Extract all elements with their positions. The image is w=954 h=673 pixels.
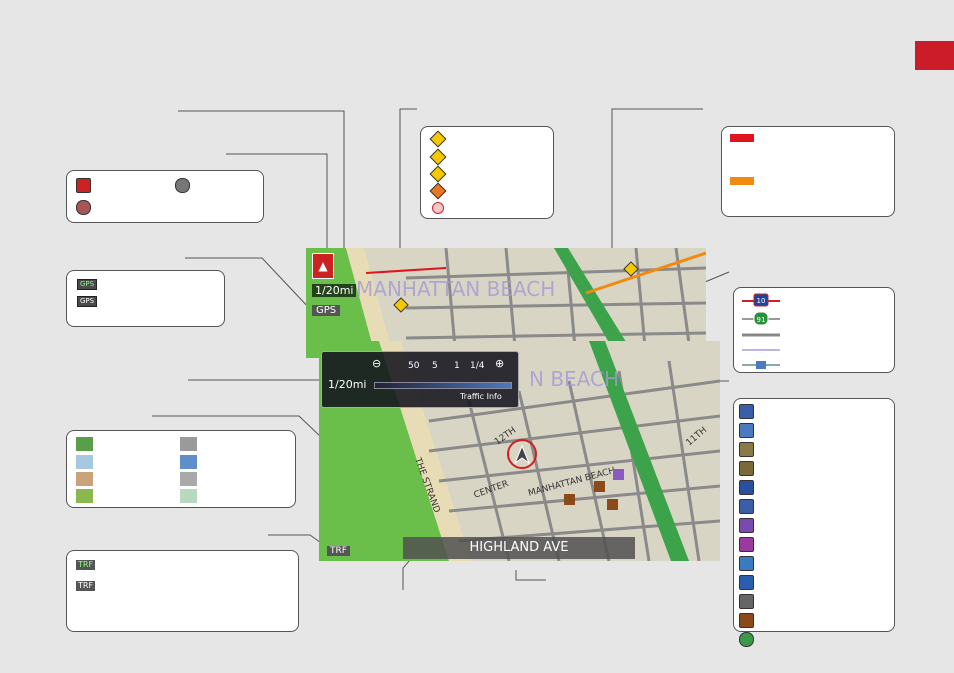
parking-lot-icon [739,480,754,495]
3d-view-item [76,200,91,215]
restaurant-icon [739,613,754,628]
zoom-level-quarter[interactable]: 1/4 [470,361,484,371]
incident-legend [420,126,554,219]
traffic-on-icon: TRF [76,560,96,570]
zoom-out-icon[interactable]: ⊖ [372,357,381,370]
gps-weak-icon: GPS [77,296,98,307]
poi-icons [739,404,754,647]
park-swatch [76,437,93,451]
current-street-name: HIGHLAND AVE [403,537,635,559]
map-caution-icon-2[interactable] [623,261,639,277]
city-label: MANHATTAN BEACH [356,277,555,301]
building-swatch [180,472,197,486]
post-office-icon [739,594,754,609]
zoom-slider-track[interactable] [374,382,512,389]
moderate-traffic-swatch [730,177,754,185]
map-restaurant-icon-3[interactable] [607,499,618,510]
congestion-legend [721,126,895,217]
parking-garage-icon [739,499,754,514]
north-up-indicator[interactable]: ▲ [312,253,334,279]
bank-icon [739,442,754,457]
gas-station-icon [739,556,754,571]
sand-swatch [76,472,93,486]
atm-icon [739,423,754,438]
weather-icon [429,182,447,200]
green-swatch [76,489,93,503]
interstate-number: 10 [757,297,766,305]
north-up-icon [76,178,91,193]
heading-up-icon [175,178,190,193]
state-route-number: 91 [757,316,766,324]
golf-swatch [180,489,197,503]
hotel-icon [739,461,754,476]
auto-dealer-icon [739,404,754,419]
land-color-legend [66,430,296,508]
heading-up-item [175,178,190,193]
street-12th: 12TH [493,426,518,448]
map-scale[interactable]: 1/20mi [312,284,357,297]
north-up-item [76,178,91,193]
inset-scale: 1/20mi [328,378,367,391]
construction-icon [429,165,447,183]
gps-good-icon: GPS [77,279,98,290]
hospital-icon [739,575,754,590]
traffic-info-label: Traffic Info [460,392,502,401]
shopping-icon [739,518,754,533]
map-restaurant-icon[interactable] [564,494,575,505]
poi-legend [733,398,895,647]
lodging-icon [739,537,754,552]
urban-swatch [180,437,197,451]
zoom-in-icon[interactable]: ⊕ [495,357,504,370]
3d-view-icon [76,200,91,215]
zoom-level-5[interactable]: 5 [432,361,438,371]
map-restaurant-icon-2[interactable] [594,481,605,492]
inset-map[interactable]: N BEACH THE STRAND CENTER MANHATTAN BEAC… [319,341,720,561]
orientation-legend [66,170,264,223]
map-shopping-icon[interactable] [613,469,624,480]
road-types: 10 91 [742,293,780,369]
water-swatch [76,455,93,469]
road-legend: 10 91 [733,287,895,373]
traffic-legend: TRF TRF [66,550,299,632]
traffic-off-icon: TRF [76,581,96,591]
road-closed-icon [432,202,444,214]
inset-city-label: N BEACH [529,367,619,391]
zoom-level-50[interactable]: 50 [408,361,419,371]
street-center: CENTER [473,479,510,501]
gps-indicator: GPS [312,305,341,316]
zoom-control-panel[interactable]: ⊖ 50 5 1 1/4 ⊕ 1/20mi Traffic Info [321,351,519,408]
accident-icon [429,130,447,148]
street-11th: 11TH [685,425,710,448]
lake-swatch [180,455,197,469]
caution-icon [429,148,447,166]
zoom-level-1[interactable]: 1 [454,361,460,371]
gps-legend: GPS GPS [66,270,225,327]
heavy-traffic-swatch [730,134,754,142]
info-icon [739,632,754,647]
inset-trf-indicator: TRF [327,546,350,556]
